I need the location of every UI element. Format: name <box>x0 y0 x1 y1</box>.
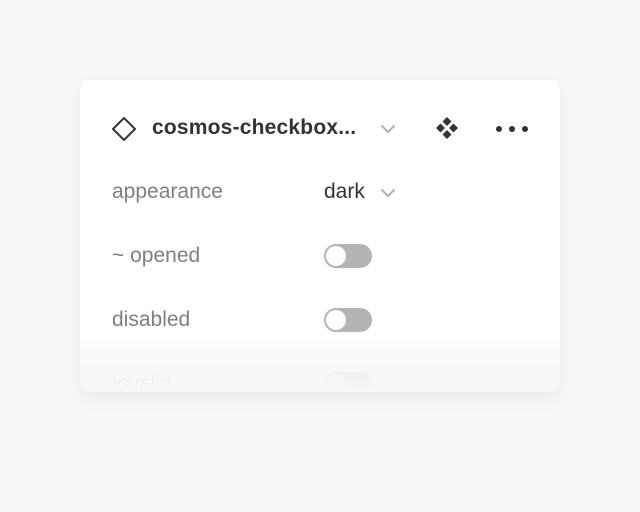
opened-toggle[interactable] <box>324 244 372 268</box>
disabled-toggle[interactable] <box>324 308 372 332</box>
property-row-appearance: appearance dark <box>80 172 560 212</box>
property-row-invalid: invalid <box>80 364 560 392</box>
chevron-down-icon[interactable] <box>378 186 398 200</box>
property-row-disabled: disabled <box>80 300 560 340</box>
property-label: ~ opened <box>112 244 201 267</box>
component-properties-panel: cosmos-checkbox... appearance dark ~ ope… <box>80 80 560 392</box>
property-row-opened: ~ opened <box>80 236 560 276</box>
appearance-select-value[interactable]: dark <box>324 180 365 204</box>
component-set-icon[interactable] <box>434 115 460 141</box>
diamond-outline-icon <box>112 117 136 141</box>
property-label: appearance <box>112 180 223 203</box>
property-label: invalid <box>112 372 172 392</box>
toggle-knob <box>326 246 346 266</box>
property-label: disabled <box>112 308 191 331</box>
more-horizontal-icon[interactable] <box>494 124 530 134</box>
invalid-toggle[interactable] <box>324 372 372 392</box>
component-name[interactable]: cosmos-checkbox... <box>152 116 356 140</box>
panel-header: cosmos-checkbox... <box>80 80 560 176</box>
toggle-knob <box>326 310 346 330</box>
chevron-down-icon[interactable] <box>378 122 398 136</box>
toggle-knob <box>326 374 346 392</box>
